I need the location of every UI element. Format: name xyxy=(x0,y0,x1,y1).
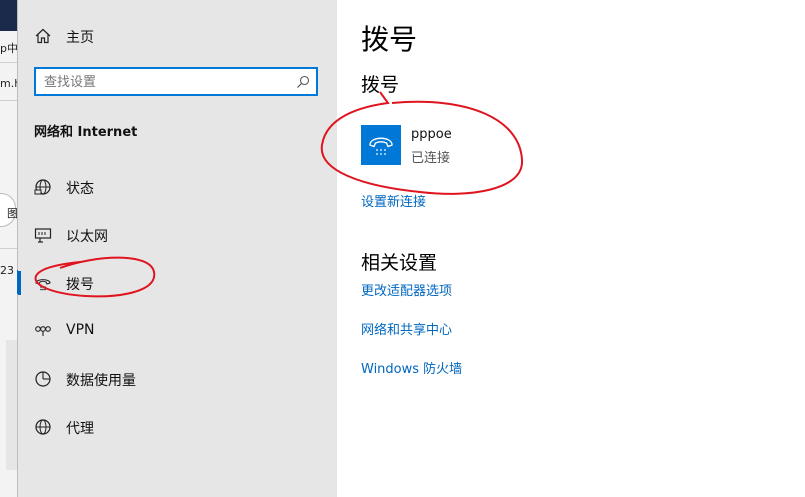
background-text-fragment: m.h xyxy=(0,77,17,90)
settings-content-pane: 拨号 拨号 pppoe 已连接 设置新连接 相关设置 更改适配器选项 网络和共享… xyxy=(337,0,805,497)
nav-item-dialup[interactable]: 拨号 xyxy=(18,263,337,303)
nav-item-vpn[interactable]: VPN xyxy=(18,311,337,351)
network-sharing-center-link[interactable]: 网络和共享中心 xyxy=(361,319,452,338)
connection-tile[interactable] xyxy=(361,125,401,165)
ethernet-icon xyxy=(34,228,52,243)
nav-home[interactable]: 主页 xyxy=(18,20,337,52)
dialup-phone-icon xyxy=(35,279,51,291)
divider xyxy=(0,248,17,249)
nav-item-label: 拨号 xyxy=(66,277,94,293)
nav-item-label: 状态 xyxy=(66,181,94,197)
home-icon xyxy=(35,28,51,44)
background-text-fragment: 23 年 xyxy=(0,264,17,277)
nav-item-proxy[interactable]: 代理 xyxy=(18,407,337,447)
settings-nav-pane: 主页 网络和 Internet 状态 以太网 xyxy=(18,0,337,497)
divider xyxy=(0,100,17,101)
background-text-fragment: p中心 xyxy=(0,42,17,55)
data-usage-icon xyxy=(35,371,51,387)
proxy-globe-icon xyxy=(35,419,51,435)
nav-home-label: 主页 xyxy=(66,30,94,46)
windows-firewall-link[interactable]: Windows 防火墙 xyxy=(361,358,462,377)
nav-item-label: 代理 xyxy=(66,421,94,437)
nav-item-label: 数据使用量 xyxy=(66,373,136,389)
nav-item-label: 以太网 xyxy=(66,229,108,245)
connection-status: 已连接 xyxy=(411,151,451,166)
background-panel xyxy=(6,340,17,470)
dialup-section-title: 拨号 xyxy=(361,74,400,96)
setup-new-connection-link[interactable]: 设置新连接 xyxy=(361,191,426,210)
nav-section-title: 网络和 Internet xyxy=(34,125,138,140)
nav-item-label: VPN xyxy=(66,322,95,338)
background-text-fragment: 图 xyxy=(7,207,17,220)
related-settings-title: 相关设置 xyxy=(361,252,438,274)
background-window-titlebar xyxy=(0,0,17,31)
settings-search-box[interactable] xyxy=(34,67,318,96)
phone-icon xyxy=(369,137,393,155)
status-globe-icon xyxy=(34,179,51,195)
nav-item-data-usage[interactable]: 数据使用量 xyxy=(18,359,337,399)
nav-item-status[interactable]: 状态 xyxy=(18,167,337,207)
connection-name[interactable]: pppoe xyxy=(411,127,452,142)
change-adapter-options-link[interactable]: 更改适配器选项 xyxy=(361,280,452,299)
search-icon[interactable] xyxy=(296,75,310,89)
search-input[interactable] xyxy=(44,72,284,92)
background-window: p中心 m.h 图 23 年 xyxy=(0,0,17,497)
divider xyxy=(0,62,17,63)
vpn-icon xyxy=(35,326,51,336)
nav-item-ethernet[interactable]: 以太网 xyxy=(18,215,337,255)
page-title: 拨号 xyxy=(361,23,418,56)
